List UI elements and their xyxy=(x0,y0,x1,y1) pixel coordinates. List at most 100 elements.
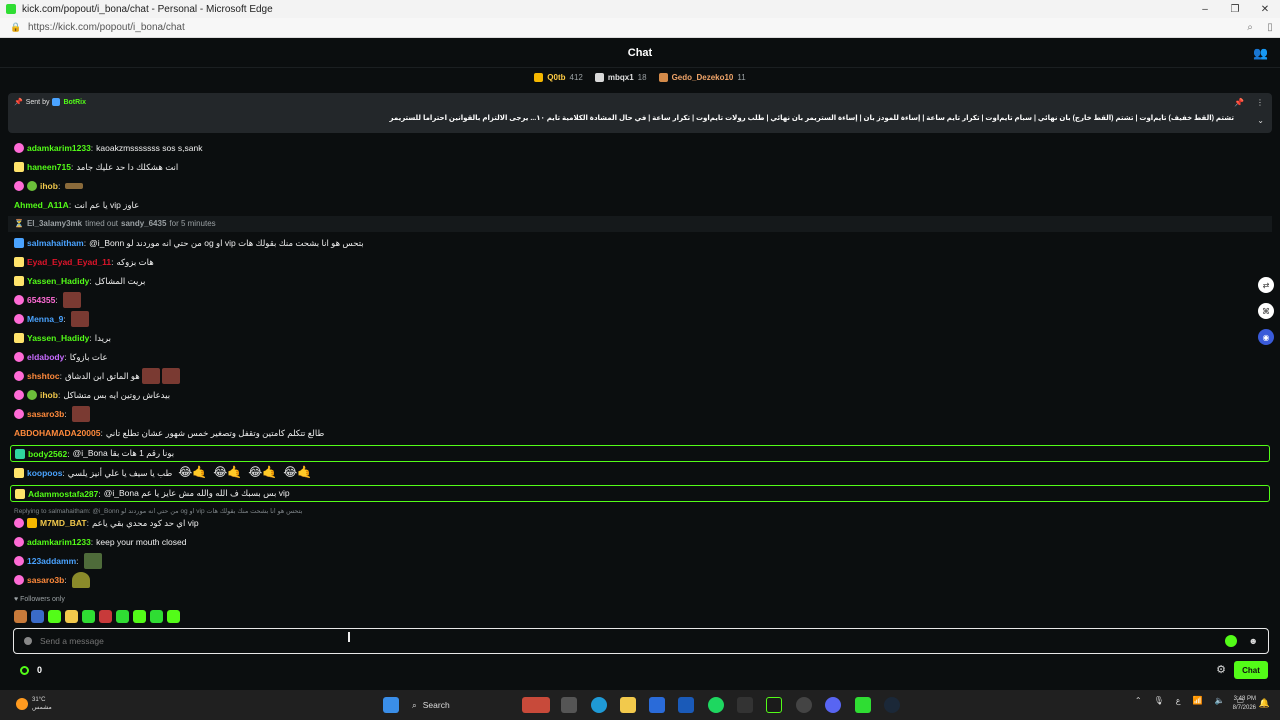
sidebar-icon[interactable]: ▯ xyxy=(1260,22,1280,33)
moderator-name[interactable]: El_3alamy3mk xyxy=(27,219,82,228)
search-icon: ⌕ xyxy=(412,699,417,710)
username[interactable]: adamkarim1233 xyxy=(27,143,91,153)
emote-icon[interactable] xyxy=(116,610,129,623)
notification-bell-icon[interactable]: 🔔 xyxy=(1259,698,1270,709)
zoom-icon[interactable]: ⌕ xyxy=(1240,22,1260,33)
pin-icon[interactable]: 📌 xyxy=(1234,98,1244,107)
chevron-up-icon[interactable]: ⌃ xyxy=(1135,696,1142,705)
message-list: adamkarim1233 : kaoakzmsssssss sos s,san… xyxy=(0,140,1280,600)
message-text: @i_Bonn من حتي انه موردند لو og او vip ب… xyxy=(89,237,364,248)
chat-message: sasaro3b : xyxy=(14,572,90,588)
widgets-icon[interactable] xyxy=(522,697,550,713)
sub-badge-icon xyxy=(14,143,24,153)
users-icon[interactable]: 👥 xyxy=(1253,46,1268,60)
username[interactable]: Adammostafa287 xyxy=(28,489,98,499)
chat-message: salmahaitham : @i_Bonn من حتي انه موردند… xyxy=(14,235,364,251)
url-field[interactable]: https://kick.com/popout/i_bona/chat xyxy=(28,22,1240,33)
outlook-icon[interactable] xyxy=(678,697,694,713)
chat-message: koopoos : طب يا سيف يا علي أنيز يلسي 😂🤙 … xyxy=(14,465,312,481)
title-bar: kick.com/popout/i_bona/chat - Personal -… xyxy=(0,0,1280,18)
username[interactable]: koopoos xyxy=(27,468,62,478)
volume-icon[interactable]: 🔈 xyxy=(1214,696,1224,705)
username[interactable]: body2562 xyxy=(28,449,67,459)
gear-icon[interactable]: ⚙ xyxy=(1216,663,1226,676)
emote-icon[interactable] xyxy=(167,610,180,623)
chatgpt-icon[interactable] xyxy=(796,697,812,713)
lock-app-icon[interactable] xyxy=(737,697,753,713)
chat-message: 654355 : xyxy=(14,292,81,308)
translate-icon[interactable]: ⇄ xyxy=(1258,277,1274,293)
reply-hint[interactable]: Replying to salmahaitham: @i_Bonn من حتي… xyxy=(14,507,302,515)
target-name[interactable]: sandy_6435 xyxy=(121,219,166,228)
username[interactable]: M7MD_BAT xyxy=(40,518,87,528)
wifi-icon[interactable]: 📶 xyxy=(1193,696,1203,705)
store-icon[interactable] xyxy=(649,697,665,713)
points-icon[interactable] xyxy=(20,665,29,675)
username[interactable]: ABDOHAMADA20005 xyxy=(14,428,100,438)
pinned-message: 📌 Sent by BotRix تشتم (القط خفيف) تايم‌ا… xyxy=(8,93,1272,133)
send-chat-button[interactable]: Chat xyxy=(1234,661,1268,679)
emote-icon[interactable] xyxy=(48,610,61,623)
edge-icon[interactable] xyxy=(591,697,607,713)
chevron-down-icon[interactable]: ⌄ xyxy=(1257,116,1264,125)
weather-widget[interactable]: 31°C مشمس xyxy=(16,696,52,712)
app-icon[interactable] xyxy=(766,697,782,713)
minimize-icon[interactable]: – xyxy=(1190,4,1220,15)
username[interactable]: Yassen_Hadidy xyxy=(27,276,89,286)
message-input[interactable] xyxy=(40,636,1225,646)
spotify-icon[interactable] xyxy=(708,697,724,713)
clock[interactable]: 3:48 PM 8/7/2026 xyxy=(1233,695,1256,713)
username[interactable]: sasaro3b xyxy=(27,409,64,419)
username[interactable]: shshtoc xyxy=(27,371,60,381)
username[interactable]: ihob xyxy=(40,390,58,400)
chat-message-mention: Adammostafa287 : @i_Bona بس بسبك ف الله … xyxy=(10,485,1270,502)
username[interactable]: sasaro3b xyxy=(27,575,64,585)
username[interactable]: Ahmed_A11A xyxy=(14,200,69,210)
emote-icon xyxy=(71,572,90,588)
smiley-icon[interactable]: ☻ xyxy=(1249,636,1258,646)
emote-icon[interactable] xyxy=(14,610,27,623)
message-input-box: ☻ xyxy=(13,628,1269,654)
sun-icon xyxy=(16,698,28,710)
username[interactable]: eldabody xyxy=(27,352,64,362)
language-icon[interactable]: ع xyxy=(1176,696,1181,705)
restore-icon[interactable]: ❐ xyxy=(1220,4,1250,15)
taskbar-search[interactable]: ⌕ Search xyxy=(412,696,512,714)
emote-icon[interactable] xyxy=(99,610,112,623)
more-options-icon[interactable]: ⋮ xyxy=(1256,98,1264,107)
close-icon[interactable]: ✕ xyxy=(1250,4,1280,15)
kick-taskbar-icon[interactable] xyxy=(855,697,871,713)
task-view-icon[interactable] xyxy=(561,697,577,713)
assistant-icon[interactable]: ◉ xyxy=(1258,329,1274,345)
bot-name[interactable]: BotRix xyxy=(63,99,86,106)
hourglass-icon: ⏳ xyxy=(14,219,24,228)
file-explorer-icon[interactable] xyxy=(620,697,636,713)
emote-icon[interactable] xyxy=(65,610,78,623)
kick-emote-icon[interactable] xyxy=(1224,635,1237,647)
emote-icon[interactable] xyxy=(82,610,95,623)
apps-icon[interactable]: ⌘ xyxy=(1258,303,1274,319)
mic-icon[interactable]: 🎙 xyxy=(1154,696,1164,705)
leader-item[interactable]: mbqx1 18 xyxy=(594,72,647,82)
username[interactable]: 654355 xyxy=(27,295,55,305)
leader-item[interactable]: Gedo_Dezeko10 11 xyxy=(658,72,746,82)
message-text: هو الماتق ابن الدشاق xyxy=(64,370,140,381)
username[interactable]: salmahaitham xyxy=(27,238,84,248)
message-text: طالع تتكلم كامتين وتقفل وتصغير خمس شهور … xyxy=(105,427,325,438)
username[interactable]: 123addamm xyxy=(27,556,76,566)
username[interactable]: Eyad_Eyad_Eyad_11 xyxy=(27,257,111,267)
username[interactable]: haneen715 xyxy=(27,162,71,172)
discord-icon[interactable] xyxy=(825,697,841,713)
username[interactable]: ihob xyxy=(40,181,58,191)
steam-icon[interactable] xyxy=(884,697,900,713)
username[interactable]: adamkarim1233 xyxy=(27,537,91,547)
emote-icon[interactable] xyxy=(150,610,163,623)
username[interactable]: Menna_9 xyxy=(27,314,63,324)
windows-start-icon[interactable] xyxy=(383,697,399,713)
leader-item[interactable]: Q0tb 412 xyxy=(534,72,583,82)
emote-icon[interactable] xyxy=(31,610,44,623)
chat-message: sasaro3b : xyxy=(14,406,90,422)
username[interactable]: Yassen_Hadidy xyxy=(27,333,89,343)
emote-icon[interactable] xyxy=(133,610,146,623)
lock-icon[interactable]: 🔒 xyxy=(10,22,22,33)
